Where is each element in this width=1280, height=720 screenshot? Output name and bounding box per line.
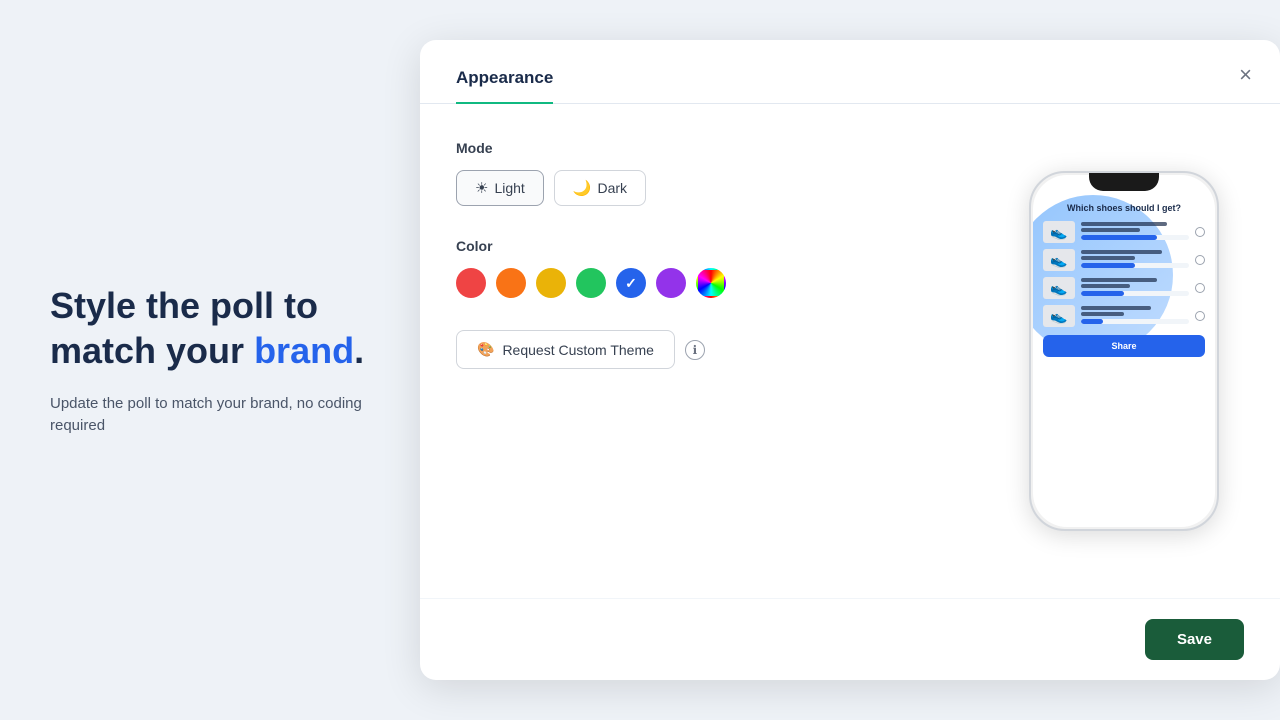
moon-icon: 🌙 <box>573 179 592 197</box>
shoe-image-4: 👟 <box>1043 305 1075 327</box>
phone-notch <box>1089 173 1159 191</box>
poll-radio-1 <box>1195 227 1205 237</box>
swatch-yellow[interactable] <box>536 268 566 298</box>
modal-footer: Save <box>420 598 1280 680</box>
swatch-orange[interactable] <box>496 268 526 298</box>
color-label: Color <box>456 238 964 254</box>
poll-item: 👟 <box>1043 249 1205 271</box>
tab-appearance[interactable]: Appearance <box>456 68 553 104</box>
mode-dark-label: Dark <box>598 180 628 196</box>
swatch-multicolor[interactable] <box>696 268 726 298</box>
mode-buttons: ☀ Light 🌙 Dark <box>456 170 964 206</box>
headline-brand: brand <box>254 330 354 371</box>
phone-content: Which shoes should I get? 👟 <box>1033 175 1215 367</box>
poll-item: 👟 <box>1043 305 1205 327</box>
color-section: Color <box>456 238 964 298</box>
headline-line2: match your brand. <box>50 330 364 371</box>
swatch-green[interactable] <box>576 268 606 298</box>
poll-item: 👟 <box>1043 221 1205 243</box>
custom-theme-button[interactable]: 🎨 Request Custom Theme <box>456 330 675 369</box>
shoe-image-3: 👟 <box>1043 277 1075 299</box>
poll-item-content-3 <box>1081 278 1189 299</box>
palette-emoji: 🎨 <box>477 341 494 358</box>
mode-section: Mode ☀ Light 🌙 Dark <box>456 140 964 206</box>
mode-dark-button[interactable]: 🌙 Dark <box>554 170 646 206</box>
poll-title: Which shoes should I get? <box>1043 203 1205 213</box>
modal-header: Appearance × <box>420 40 1280 104</box>
modal: Appearance × Mode ☀ Light 🌙 Dark <box>420 40 1280 680</box>
poll-item: 👟 <box>1043 277 1205 299</box>
mode-light-button[interactable]: ☀ Light <box>456 170 544 206</box>
modal-body: Mode ☀ Light 🌙 Dark Color <box>420 104 1280 598</box>
poll-items: 👟 👟 <box>1043 221 1205 327</box>
close-button[interactable]: × <box>1235 60 1256 90</box>
phone-screen: Which shoes should I get? 👟 <box>1033 175 1215 527</box>
headline: Style the poll to match your brand. <box>50 283 370 373</box>
custom-theme-row: 🎨 Request Custom Theme ℹ <box>456 330 964 369</box>
poll-item-content-4 <box>1081 306 1189 327</box>
poll-item-content-2 <box>1081 250 1189 271</box>
headline-line1: Style the poll to <box>50 285 318 326</box>
left-panel: Style the poll to match your brand. Upda… <box>0 223 420 498</box>
swatch-purple[interactable] <box>656 268 686 298</box>
mode-label: Mode <box>456 140 964 156</box>
poll-item-content-1 <box>1081 222 1189 243</box>
phone-outer: Which shoes should I get? 👟 <box>1029 171 1219 531</box>
settings-panel: Mode ☀ Light 🌙 Dark Color <box>456 140 964 562</box>
poll-radio-4 <box>1195 311 1205 321</box>
swatch-blue[interactable] <box>616 268 646 298</box>
custom-theme-label: Request Custom Theme <box>502 342 653 358</box>
save-button[interactable]: Save <box>1145 619 1244 660</box>
sun-icon: ☀ <box>475 179 488 197</box>
color-swatches <box>456 268 964 298</box>
poll-radio-2 <box>1195 255 1205 265</box>
info-icon[interactable]: ℹ <box>685 340 705 360</box>
share-button[interactable]: Share <box>1043 335 1205 357</box>
mode-light-label: Light <box>494 180 524 196</box>
swatch-red[interactable] <box>456 268 486 298</box>
shoe-image-2: 👟 <box>1043 249 1075 271</box>
subtext: Update the poll to match your brand, no … <box>50 393 370 438</box>
phone-mockup: Which shoes should I get? 👟 <box>1004 140 1244 562</box>
poll-radio-3 <box>1195 283 1205 293</box>
shoe-image-1: 👟 <box>1043 221 1075 243</box>
